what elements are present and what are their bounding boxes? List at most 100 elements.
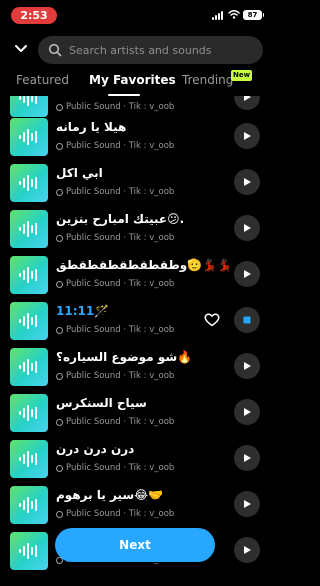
sound-meta: Public Sound · Tik : v_oob (56, 102, 174, 112)
sound-meta-text: Public Sound · Tik : v_oob (66, 417, 175, 427)
waveform-icon (19, 96, 37, 106)
sound-thumbnail (10, 348, 48, 386)
sound-meta: Public Sound · Tik : v_oob (56, 463, 174, 473)
play-icon (244, 270, 251, 278)
new-badge: New (231, 70, 253, 81)
globe-icon (56, 188, 63, 196)
waveform-icon (19, 129, 37, 145)
play-icon (244, 454, 251, 462)
play-button[interactable] (234, 261, 260, 287)
play-button[interactable] (234, 169, 260, 195)
stop-button[interactable] (234, 307, 260, 333)
sound-meta: Public Sound · Tik : v_oob (56, 141, 174, 151)
play-button[interactable] (234, 353, 260, 379)
battery-indicator: 87 (243, 10, 264, 20)
list-item[interactable]: سير يا برهوم😂🤝 Public Sound · Tik : v_oo… (0, 486, 270, 530)
list-item[interactable]: درن درن درن Public Sound · Tik : v_oob (0, 440, 270, 484)
play-button[interactable] (234, 215, 260, 241)
sound-meta: Public Sound · Tik : v_oob (56, 509, 174, 519)
sound-title: ابي اكل (56, 166, 103, 180)
status-bar: 2:53 87 (0, 0, 270, 28)
sound-meta: Public Sound · Tik : v_oob (56, 187, 174, 197)
sound-meta-text: Public Sound · Tik : v_oob (66, 325, 175, 335)
sound-title: سير يا برهوم😂🤝 (56, 488, 164, 502)
next-button[interactable]: Next (55, 528, 215, 562)
globe-icon (56, 280, 63, 288)
waveform-icon (19, 451, 37, 467)
tab-trending[interactable]: Trending (182, 73, 233, 87)
search-icon (48, 43, 62, 57)
sound-meta-text: Public Sound · Tik : v_oob (66, 187, 175, 197)
list-item-playing[interactable]: 11:11🪄 Public Sound · Tik : v_oob (0, 302, 270, 346)
play-icon (244, 408, 251, 416)
sound-thumbnail (10, 164, 48, 202)
waveform-icon (19, 267, 37, 283)
search-input[interactable] (69, 36, 254, 64)
waveform-icon (19, 497, 37, 513)
play-button[interactable] (234, 96, 260, 110)
sound-thumbnail (10, 96, 48, 117)
wifi-icon (228, 10, 240, 19)
sound-thumbnail (10, 256, 48, 294)
play-button[interactable] (234, 445, 260, 471)
sound-thumbnail (10, 118, 48, 156)
sound-title: هيلا يا رمانه (56, 120, 127, 134)
sound-meta: Public Sound · Tik : v_oob (56, 279, 174, 289)
play-icon (244, 132, 251, 140)
sound-meta: Public Sound · Tik : v_oob (56, 417, 174, 427)
header (0, 36, 270, 64)
sound-thumbnail (10, 210, 48, 248)
waveform-icon (19, 543, 37, 559)
sound-thumbnail (10, 532, 48, 570)
sound-title: شو موضوع السياره؟🔥 (56, 350, 193, 364)
sound-list[interactable]: Public Sound · Tik : v_oob هيلا يا رمانه… (0, 96, 270, 586)
sound-meta-text: Public Sound · Tik : v_oob (66, 102, 175, 112)
chevron-down-icon[interactable] (14, 43, 28, 55)
sound-meta-text: Public Sound · Tik : v_oob (66, 509, 175, 519)
list-item[interactable]: عبيتك امبارح بنزين😕. Public Sound · Tik … (0, 210, 270, 254)
sound-title: 11:11🪄 (56, 304, 110, 318)
sound-meta: Public Sound · Tik : v_oob (56, 325, 174, 335)
list-item[interactable]: وطقطقطقطقطقطق🫡💃🏿💃🏿 Public Sound · Tik : … (0, 256, 270, 300)
globe-icon (56, 464, 63, 472)
tab-my-favorites[interactable]: My Favorites (89, 73, 176, 87)
play-icon (244, 546, 251, 554)
sound-title: وطقطقطقطقطقطق🫡💃🏿💃🏿 (56, 258, 233, 272)
heart-icon[interactable] (204, 313, 220, 327)
sound-meta-text: Public Sound · Tik : v_oob (66, 371, 175, 381)
list-item[interactable]: هيلا يا رمانه Public Sound · Tik : v_oob (0, 118, 270, 162)
sound-title: درن درن درن (56, 442, 135, 456)
list-item[interactable]: شو موضوع السياره؟🔥 Public Sound · Tik : … (0, 348, 270, 392)
play-button[interactable] (234, 399, 260, 425)
sound-title: سياح السنكرس (56, 396, 147, 410)
sound-thumbnail (10, 486, 48, 524)
waveform-icon (19, 313, 37, 329)
stop-icon (243, 316, 251, 324)
play-icon (244, 178, 251, 186)
play-icon (244, 500, 251, 508)
globe-icon (56, 372, 63, 380)
sound-meta-text: Public Sound · Tik : v_oob (66, 233, 175, 243)
play-button[interactable] (234, 123, 260, 149)
play-icon (244, 224, 251, 232)
globe-icon (56, 103, 63, 111)
sound-meta-text: Public Sound · Tik : v_oob (66, 463, 175, 473)
sound-meta-text: Public Sound · Tik : v_oob (66, 141, 175, 151)
sound-meta: Public Sound · Tik : v_oob (56, 371, 174, 381)
search-box[interactable] (38, 36, 263, 64)
signal-icon (212, 11, 223, 20)
play-button[interactable] (234, 491, 260, 517)
sound-thumbnail (10, 302, 48, 340)
play-icon (244, 362, 251, 370)
list-item[interactable]: سياح السنكرس Public Sound · Tik : v_oob (0, 394, 270, 438)
list-item[interactable]: ابي اكل Public Sound · Tik : v_oob (0, 164, 270, 208)
play-icon (244, 96, 251, 101)
tab-bar: Featured My Favorites Trending New (0, 70, 270, 96)
tab-featured[interactable]: Featured (16, 73, 69, 87)
sound-meta-text: Public Sound · Tik : v_oob (66, 279, 175, 289)
waveform-icon (19, 175, 37, 191)
play-button[interactable] (234, 537, 260, 563)
sound-thumbnail (10, 440, 48, 478)
globe-icon (56, 510, 63, 518)
waveform-icon (19, 405, 37, 421)
